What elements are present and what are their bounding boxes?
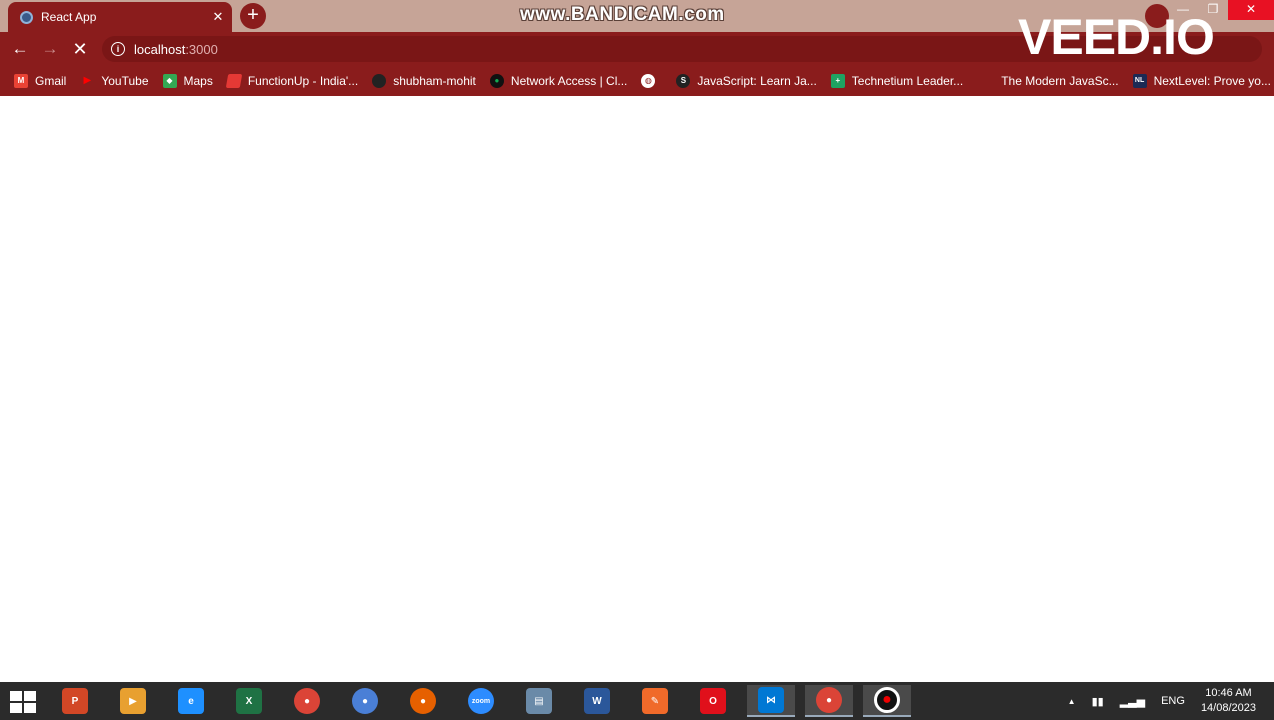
react-favicon-icon (20, 10, 33, 24)
taskbar-app-button[interactable]: ● (863, 685, 911, 717)
clock[interactable]: 10:46 AM 14/08/2023 (1201, 686, 1256, 716)
word-icon: W (584, 688, 610, 714)
github-icon (372, 74, 387, 88)
tray-overflow-icon[interactable]: ▲ (1068, 697, 1076, 706)
tab-title: React App (41, 10, 97, 24)
bandicam-record-icon: ● (874, 687, 900, 713)
chrome-icon: ● (294, 688, 320, 714)
bookmark-item[interactable]: ◍ (641, 74, 662, 88)
mongodb-icon: ● (489, 74, 504, 88)
maps-icon: ◆ (162, 74, 177, 88)
technetium-icon: + (830, 74, 845, 88)
bookmark-label: JavaScript: Learn Ja... (697, 74, 817, 88)
taskbar-app-button[interactable]: ● (805, 685, 853, 717)
notepad-icon: ▤ (526, 688, 552, 714)
close-window-button[interactable]: ✕ (1228, 0, 1274, 20)
bookmarks-bar: M Gmail ▶ YouTube ◆ Maps FunctionUp - India'..… (0, 66, 1274, 96)
vscode-icon: ⋈ (758, 687, 784, 713)
forward-button[interactable]: → (39, 38, 61, 60)
bookmark-item[interactable]: ◆ Maps (162, 74, 213, 88)
veed-watermark: VEED.IO (1018, 9, 1215, 65)
bookmark-label: Maps (183, 74, 213, 88)
media-player-icon: ▶ (120, 688, 146, 714)
bookmark-item[interactable]: M Gmail (14, 74, 66, 88)
taskbar-app-button[interactable]: X (225, 685, 273, 717)
youtube-icon: ▶ (83, 75, 92, 86)
taskbar-app-button[interactable]: ▤ (515, 685, 563, 717)
taskbar-app-button[interactable]: P (51, 685, 99, 717)
gmail-icon: M (14, 74, 28, 88)
chromium-icon: ● (352, 688, 378, 714)
windows-taskbar: P ▶ e X ● ● ● zoom ▤ W ✎ O ⋈ ● ● ▲ ▮▮ ▂▃▅ ENG 10:46 AM… (0, 682, 1274, 720)
bookmark-label: Technetium Leader... (851, 74, 964, 88)
clock-time: 10:46 AM (1205, 687, 1252, 699)
bookmark-item[interactable]: FunctionUp - India'... (225, 74, 359, 88)
taskbar-app-button[interactable]: ▶ (109, 685, 157, 717)
page-content (0, 96, 1274, 682)
nextlevel-icon: NL (1132, 74, 1147, 88)
bandicam-watermark: www.BANDICAM.com (520, 4, 725, 25)
taskbar-app-button[interactable]: ● (283, 685, 331, 717)
bookmark-item[interactable]: shubham-mohit (372, 74, 476, 88)
zoom-icon: zoom (468, 688, 494, 714)
bookmark-item[interactable]: + Technetium Leader... (830, 74, 964, 88)
taskbar-app-button[interactable]: ● (341, 685, 389, 717)
internet-explorer-icon: e (178, 688, 204, 714)
signal-icon[interactable]: ▂▃▅ (1120, 695, 1145, 708)
bookmark-label: YouTube (101, 74, 149, 88)
tab-react-app[interactable]: React App ✕ (8, 2, 232, 32)
bookmark-label: Gmail (35, 74, 67, 88)
network-icon[interactable]: ▮▮ (1092, 695, 1104, 708)
back-button[interactable]: ← (9, 38, 31, 60)
taskbar-app-button[interactable]: O (689, 685, 737, 717)
taskbar-app-button[interactable]: e (167, 685, 215, 717)
bookmark-label: NextLevel: Prove yo... (1153, 74, 1271, 88)
javascript-icon: S (676, 74, 691, 88)
globe-icon: ◍ (641, 74, 656, 88)
taskbar-app-button[interactable]: zoom (457, 685, 505, 717)
system-tray: ▲ ▮▮ ▂▃▅ ENG 10:46 AM 14/08/2023 (1068, 682, 1274, 720)
address-port: :3000 (185, 41, 218, 57)
taskbar-app-button[interactable]: ● (399, 685, 447, 717)
bookmark-label: shubham-mohit (393, 74, 476, 88)
bookmark-label: FunctionUp - India'... (247, 74, 359, 88)
address-host: localhost (134, 41, 186, 57)
bookmark-label: Network Access | Cl... (510, 74, 628, 88)
pen-app-icon: ✎ (642, 688, 668, 714)
bookmark-label: The Modern JavaSc... (1001, 74, 1119, 88)
opera-icon: O (700, 688, 726, 714)
bookmark-item[interactable]: ▶ YouTube (80, 74, 148, 88)
firefox-icon: ● (410, 688, 436, 714)
clock-date: 14/08/2023 (1200, 702, 1256, 714)
functionup-icon (225, 74, 243, 88)
bookmark-item[interactable]: NL NextLevel: Prove yo... (1132, 74, 1271, 88)
windows-start-icon[interactable] (10, 691, 36, 713)
taskbar-app-button[interactable]: W (573, 685, 621, 717)
bookmark-item[interactable]: S JavaScript: Learn Ja... (676, 74, 817, 88)
chrome-profile-icon: ● (816, 687, 842, 713)
taskbar-app-button[interactable]: ⋈ (747, 685, 795, 717)
powerpoint-icon: P (62, 688, 88, 714)
bookmark-item[interactable]: ● Network Access | Cl... (489, 74, 628, 88)
new-tab-button[interactable]: + (240, 3, 266, 29)
bookmark-item[interactable]: The Modern JavaSc... (1001, 74, 1118, 88)
excel-icon: X (236, 688, 262, 714)
site-info-icon[interactable]: i (111, 42, 125, 56)
tab-close-icon[interactable]: ✕ (208, 9, 228, 25)
language-indicator[interactable]: ENG (1161, 695, 1185, 707)
taskbar-app-button[interactable]: ✎ (631, 685, 679, 717)
stop-loading-button[interactable]: ✕ (69, 38, 91, 60)
